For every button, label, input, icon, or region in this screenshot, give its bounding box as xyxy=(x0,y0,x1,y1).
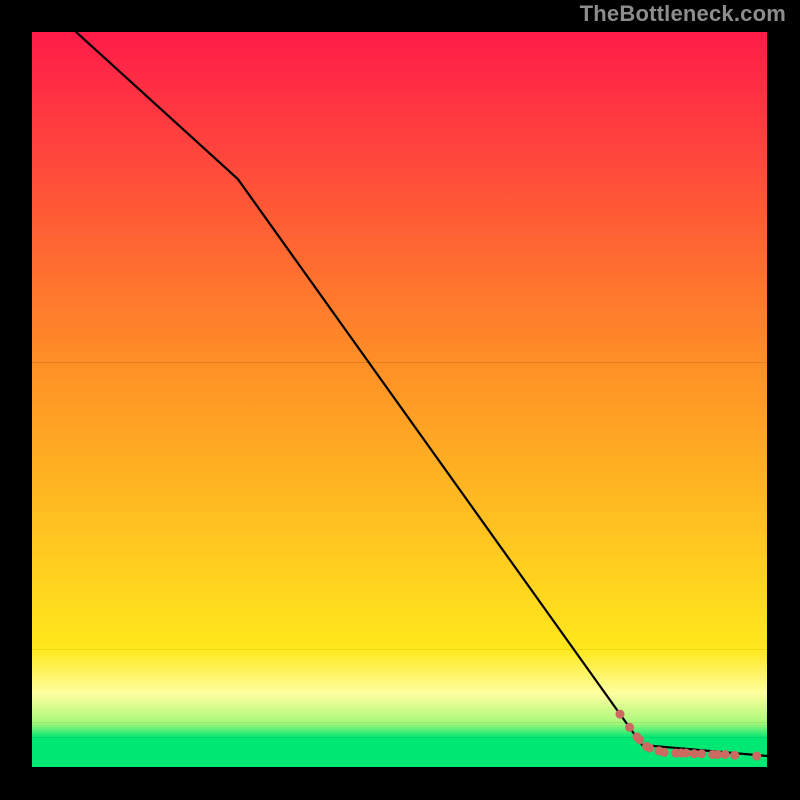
data-point xyxy=(682,749,691,758)
data-point xyxy=(730,751,739,760)
data-point xyxy=(697,749,706,758)
watermark-text: TheBottleneck.com xyxy=(580,1,786,27)
data-point xyxy=(616,710,625,719)
data-point xyxy=(752,751,761,760)
background-gradient xyxy=(32,32,767,767)
plot-area xyxy=(32,32,767,767)
data-point xyxy=(721,750,730,759)
gradient-band xyxy=(32,649,767,693)
chart-frame: TheBottleneck.com xyxy=(0,0,800,800)
data-point xyxy=(635,735,644,744)
gradient-band xyxy=(32,32,767,363)
data-point xyxy=(625,723,634,732)
gradient-band xyxy=(32,723,767,738)
data-point xyxy=(660,748,669,757)
plot-svg xyxy=(32,32,767,767)
data-point xyxy=(645,743,654,752)
gradient-band xyxy=(32,694,767,723)
